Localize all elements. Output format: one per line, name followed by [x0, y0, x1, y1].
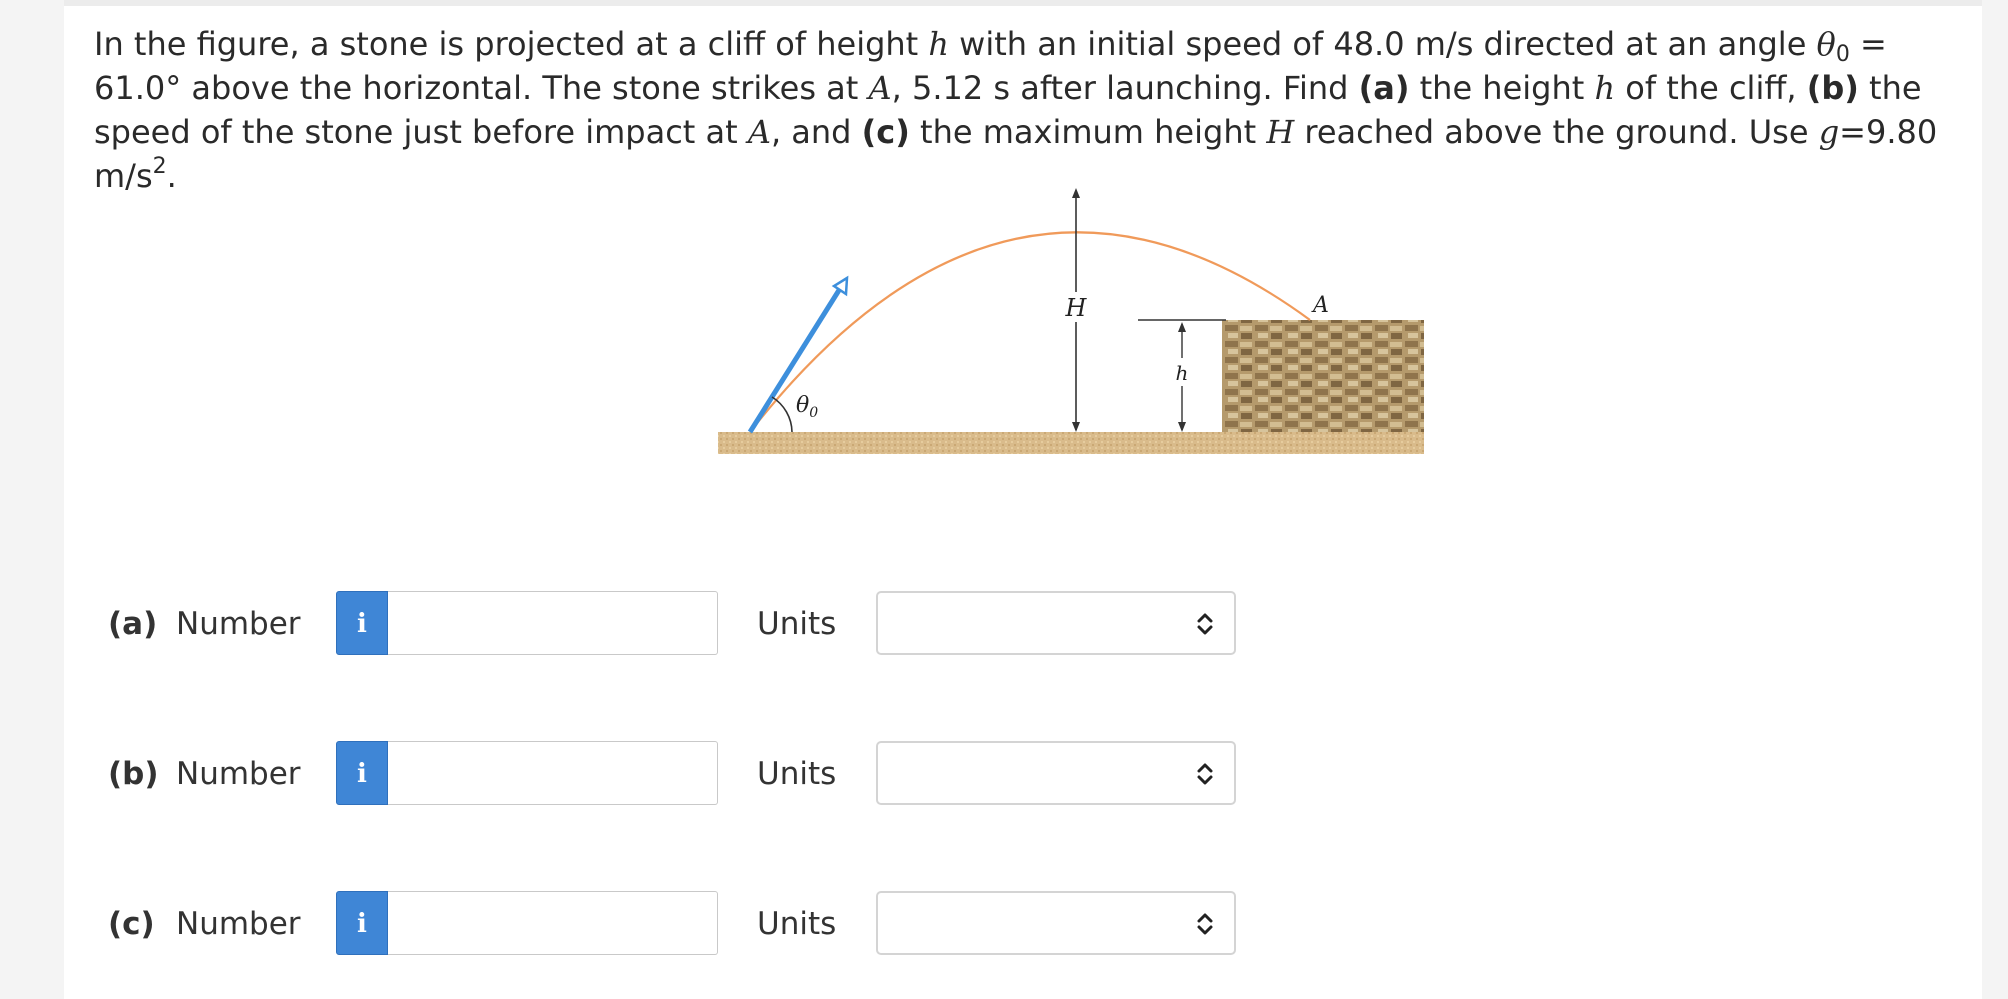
info-icon[interactable]: i	[336, 591, 388, 655]
question-panel: In the figure, a stone is projected at a…	[64, 0, 1982, 999]
part-a-units-label: Units	[757, 606, 837, 642]
projectile-figure: θ0 H h A	[718, 188, 1424, 454]
info-icon[interactable]: i	[336, 891, 388, 955]
part-c-label: (c)	[108, 906, 155, 942]
cliff-height-arrow-up-icon	[1178, 322, 1186, 332]
part-c-row: (c) Number i Units	[64, 891, 1364, 957]
part-b-units-label: Units	[757, 756, 837, 792]
cliff-height-arrow-down-icon	[1178, 422, 1186, 432]
ground	[718, 432, 1424, 454]
part-b-number-input[interactable]	[388, 741, 718, 805]
max-height-arrow-down-icon	[1072, 422, 1080, 432]
max-height-arrow-up-icon	[1072, 188, 1080, 198]
part-b-number-label: Number	[176, 756, 301, 792]
part-a-units-select[interactable]	[876, 591, 1236, 655]
part-a-label: (a)	[108, 606, 158, 642]
chevron-up-down-icon	[1197, 613, 1213, 635]
part-b-label: (b)	[108, 756, 159, 792]
part-a-number-label: Number	[176, 606, 301, 642]
part-c-units-label: Units	[757, 906, 837, 942]
cliff	[1222, 320, 1424, 432]
h-label: h	[1176, 361, 1189, 385]
theta-label: θ0	[796, 393, 818, 421]
A-label: A	[1311, 293, 1329, 318]
chevron-up-down-icon	[1197, 913, 1213, 935]
question-text: In the figure, a stone is projected at a…	[94, 25, 1938, 195]
info-icon[interactable]: i	[336, 741, 388, 805]
part-a-number-input[interactable]	[388, 591, 718, 655]
part-a-row: (a) Number i Units	[64, 591, 1364, 657]
H-label: H	[1065, 294, 1088, 322]
part-c-units-select[interactable]	[876, 891, 1236, 955]
part-c-number-input[interactable]	[388, 891, 718, 955]
chevron-up-down-icon	[1197, 763, 1213, 785]
part-c-number-label: Number	[176, 906, 301, 942]
part-b-row: (b) Number i Units	[64, 741, 1364, 807]
part-b-units-select[interactable]	[876, 741, 1236, 805]
top-divider	[64, 0, 1982, 6]
